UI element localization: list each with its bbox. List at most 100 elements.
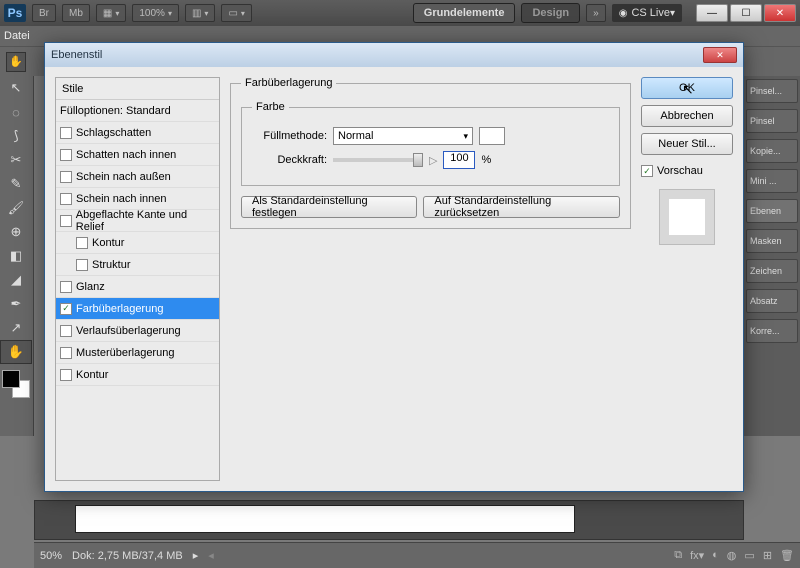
panel-tab[interactable]: Zeichen (746, 259, 798, 283)
style-row[interactable]: Schein nach außen (56, 166, 219, 188)
hand-tool[interactable]: ✋ (0, 340, 32, 364)
color-swatches[interactable] (0, 368, 30, 398)
panel-tab[interactable]: Masken (746, 229, 798, 253)
app-titlebar: Ps Br Mb ▦ 100% ▥ ▭ Grundelemente Design… (0, 0, 800, 26)
farbe-fieldset: Farbe Füllmethode: Normal Deckkraft: ▷ 1… (241, 101, 620, 186)
zoom-dropdown[interactable]: 100% (132, 4, 179, 22)
style-row[interactable]: ✓Farbüberlagerung (56, 298, 219, 320)
style-row[interactable]: Schein nach innen (56, 188, 219, 210)
style-checkbox[interactable]: ✓ (60, 303, 72, 315)
toolbox: ↖ ◌ ⟆ ✂ ✎ 🖌 ⊕ ◧ ◢ ✒ ↗ ✋ (0, 76, 34, 436)
style-checkbox[interactable] (76, 237, 88, 249)
style-row[interactable]: Kontur (56, 232, 219, 254)
fx-icon[interactable]: fx▾ (690, 549, 704, 562)
style-label: Verlaufsüberlagerung (76, 325, 181, 337)
dialog-close-icon[interactable]: ✕ (703, 47, 737, 63)
layout-dropdown[interactable]: ▦ (96, 4, 126, 22)
new-icon[interactable]: ⊞ (763, 549, 772, 562)
style-row[interactable]: Glanz (56, 276, 219, 298)
status-zoom[interactable]: 50% (40, 550, 62, 562)
styles-header[interactable]: Stile (56, 78, 219, 100)
slider-thumb[interactable] (413, 153, 423, 167)
style-row[interactable]: Struktur (56, 254, 219, 276)
workspace-design[interactable]: Design (521, 3, 580, 23)
style-checkbox[interactable] (60, 325, 72, 337)
panel-tab[interactable]: Ebenen (746, 199, 798, 223)
screenmode-dropdown[interactable]: ▭ (221, 4, 251, 22)
set-default-button[interactable]: Als Standardeinstellung festlegen (241, 196, 417, 218)
folder-icon[interactable]: ▭ (744, 549, 754, 562)
panel-tab[interactable]: Mini ... (746, 169, 798, 193)
dialog-right-column: OK ↖ Abbrechen Neuer Stil... ✓ Vorschau (641, 77, 733, 481)
cslive-label: CS Live (631, 7, 670, 19)
ok-button[interactable]: OK ↖ (641, 77, 733, 99)
stamp-tool[interactable]: ⊕ (0, 220, 32, 244)
status-icons: ⧉ fx▾ ◐ ◍ ▭ ⊞ 🗑 (674, 549, 794, 562)
preview-checkbox[interactable]: ✓ (641, 165, 653, 177)
style-row[interactable]: Abgeflachte Kante und Relief (56, 210, 219, 232)
gradient-tool[interactable]: ◢ (0, 268, 32, 292)
style-label: Kontur (76, 369, 108, 381)
style-row[interactable]: Schatten nach innen (56, 144, 219, 166)
trash-icon[interactable]: 🗑 (780, 549, 794, 562)
menu-datei[interactable]: Datei (4, 30, 30, 42)
style-label: Schatten nach innen (76, 149, 176, 161)
overlay-color-swatch[interactable] (479, 127, 505, 145)
crop-tool[interactable]: ✂ (0, 148, 32, 172)
mask-icon[interactable]: ◐ (712, 549, 719, 562)
style-label: Musterüberlagerung (76, 347, 174, 359)
workspace-grundelemente[interactable]: Grundelemente (413, 3, 516, 23)
opacity-slider[interactable] (333, 158, 423, 162)
minibridge-button[interactable]: Mb (62, 4, 90, 22)
style-checkbox[interactable] (60, 347, 72, 359)
bridge-button[interactable]: Br (32, 4, 56, 22)
lasso-tool[interactable]: ⟆ (0, 124, 32, 148)
panel-tab[interactable]: Kopie... (746, 139, 798, 163)
close-button[interactable]: ✕ (764, 4, 796, 22)
panel-tab[interactable]: Pinsel... (746, 79, 798, 103)
brush-tool[interactable]: 🖌 (0, 196, 32, 220)
style-label: Abgeflachte Kante und Relief (76, 209, 215, 233)
status-bar: 50% Dok: 2,75 MB/37,4 MB ▸ ◂ ⧉ fx▾ ◐ ◍ ▭… (34, 542, 800, 568)
eyedropper-tool[interactable]: ✎ (0, 172, 32, 196)
maximize-button[interactable]: ☐ (730, 4, 762, 22)
style-row[interactable]: Verlaufsüberlagerung (56, 320, 219, 342)
style-row[interactable]: Schlagschatten (56, 122, 219, 144)
fg-color-swatch[interactable] (2, 370, 20, 388)
style-checkbox[interactable] (60, 127, 72, 139)
hand-tool-icon[interactable]: ✋ (6, 52, 26, 72)
link-icon[interactable]: ⧉ (674, 549, 682, 562)
style-checkbox[interactable] (60, 281, 72, 293)
minimize-button[interactable]: — (696, 4, 728, 22)
workspace-more[interactable]: » (586, 4, 606, 22)
cancel-button[interactable]: Abbrechen (641, 105, 733, 127)
style-checkbox[interactable] (60, 215, 72, 227)
ok-label: OK (679, 82, 695, 94)
arrange-dropdown[interactable]: ▥ (185, 4, 215, 22)
new-style-button[interactable]: Neuer Stil... (641, 133, 733, 155)
reset-default-button[interactable]: Auf Standardeinstellung zurücksetzen (423, 196, 620, 218)
style-checkbox[interactable] (60, 369, 72, 381)
opacity-input[interactable]: 100 (443, 151, 475, 169)
blendmode-dropdown[interactable]: Normal (333, 127, 473, 145)
marquee-tool[interactable]: ◌ (0, 100, 32, 124)
dialog-titlebar[interactable]: Ebenenstil ✕ (45, 43, 743, 67)
canvas[interactable] (75, 505, 575, 533)
full-options-row[interactable]: Fülloptionen: Standard (56, 100, 219, 122)
adjust-icon[interactable]: ◍ (727, 549, 737, 562)
style-label: Schlagschatten (76, 127, 151, 139)
panel-tab[interactable]: Absatz (746, 289, 798, 313)
style-checkbox[interactable] (60, 171, 72, 183)
style-checkbox[interactable] (60, 193, 72, 205)
panel-tab[interactable]: Korre... (746, 319, 798, 343)
panel-tab[interactable]: Pinsel (746, 109, 798, 133)
eraser-tool[interactable]: ◧ (0, 244, 32, 268)
style-checkbox[interactable] (60, 149, 72, 161)
style-row[interactable]: Kontur (56, 364, 219, 386)
style-row[interactable]: Musterüberlagerung (56, 342, 219, 364)
move-tool[interactable]: ↖ (0, 76, 32, 100)
cslive-button[interactable]: ◉ CS Live ▾ (612, 4, 682, 22)
style-checkbox[interactable] (76, 259, 88, 271)
path-tool[interactable]: ↗ (0, 316, 32, 340)
pen-tool[interactable]: ✒ (0, 292, 32, 316)
